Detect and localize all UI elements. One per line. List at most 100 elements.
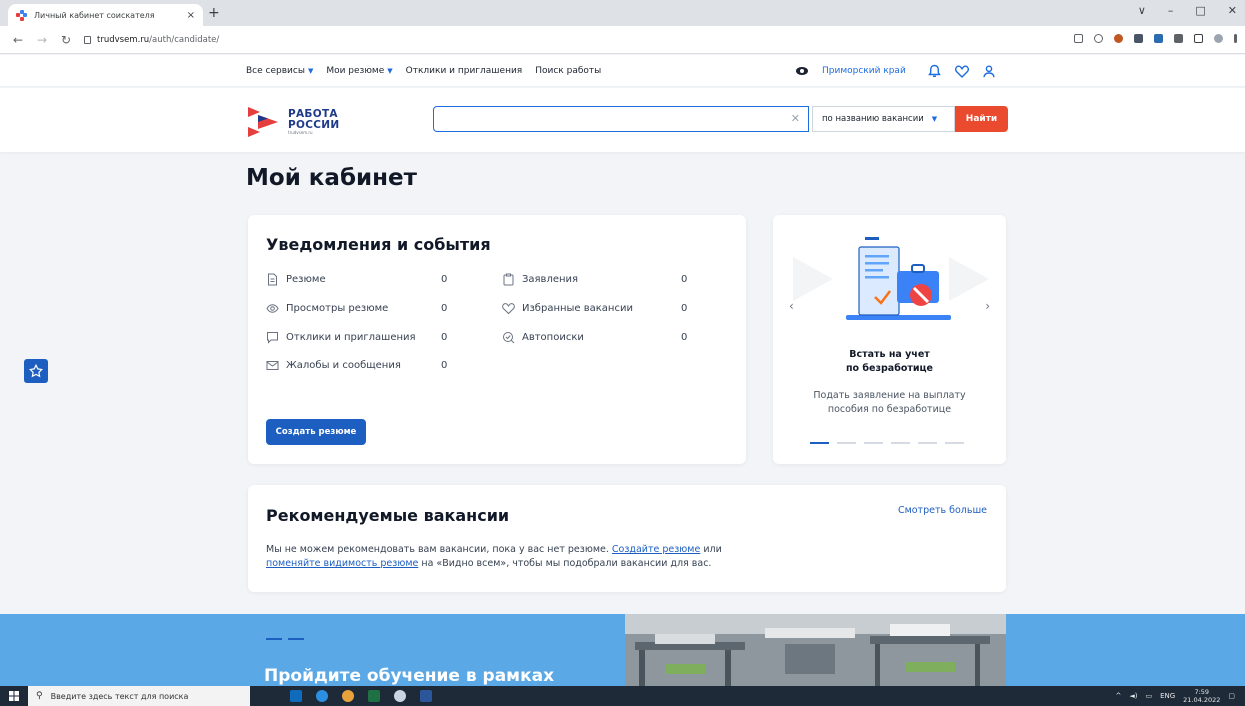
extension-icon[interactable] [1114, 34, 1123, 43]
recommended-title: Рекомендуемые вакансии [266, 506, 510, 525]
notif-count: 0 [681, 332, 688, 343]
puzzle-icon[interactable] [1174, 34, 1183, 43]
notif-applications[interactable]: Заявления [502, 273, 578, 286]
clock[interactable]: 7:59 21.04.2022 [1183, 688, 1220, 704]
nav-my-resumes[interactable]: Мои резюме ▼ [326, 66, 392, 76]
close-window-button[interactable]: ✕ [1228, 4, 1237, 17]
notifications-title: Уведомления и события [266, 235, 491, 254]
extension-icon[interactable] [1154, 34, 1163, 43]
eye-icon [266, 304, 279, 313]
url-host: trudvsem.ru [97, 34, 150, 45]
logo-line1: РАБОТА [288, 108, 338, 120]
clear-search-icon[interactable]: ✕ [791, 112, 800, 125]
windows-logo-icon [9, 691, 19, 701]
reload-icon[interactable]: ↻ [60, 33, 72, 47]
create-resume-link[interactable]: Создайте резюме [612, 544, 700, 555]
carousel-dot[interactable] [864, 442, 883, 444]
taskbar-search-placeholder: Введите здесь текст для поиска [50, 691, 189, 701]
promo-title-line: Встать на учет [849, 349, 930, 360]
notif-label: Отклики и приглашения [286, 332, 416, 343]
carousel-dot[interactable] [837, 442, 856, 444]
search-input[interactable] [442, 107, 782, 132]
tray-chevron-icon[interactable]: ^ [1115, 692, 1121, 700]
notif-resumes[interactable]: Резюме [266, 273, 326, 286]
carousel-dots [810, 442, 964, 444]
forward-icon[interactable]: → [36, 33, 48, 47]
notif-favorite-vacancies[interactable]: Избранные вакансии [502, 302, 633, 315]
window-controls: ∨ – □ ✕ [1138, 4, 1237, 17]
nav-label: Все сервисы [246, 66, 305, 76]
floating-favorites-button[interactable] [24, 359, 48, 383]
extension-icon[interactable] [1134, 34, 1143, 43]
notif-responses[interactable]: Отклики и приглашения [266, 331, 416, 344]
minimize-button[interactable]: – [1168, 4, 1174, 17]
search-mode-select[interactable]: по названию вакансии ▼ [812, 106, 955, 132]
share-icon[interactable] [1074, 34, 1083, 43]
notifications-icon[interactable]: ▢ [1228, 692, 1235, 700]
logo-line2: РОССИИ [288, 118, 340, 131]
site-header: РАБОТА РОССИИ trudvsem.ru ✕ по названию … [0, 88, 1245, 152]
nav-all-services[interactable]: Все сервисы ▼ [246, 66, 313, 76]
star-icon [29, 364, 43, 378]
chrome-app-icon[interactable] [342, 690, 354, 702]
taskbar-apps [290, 690, 432, 702]
address-bar: ← → ↻ trudvsem.ru/auth/candidate/ [0, 26, 1245, 54]
sidepanel-icon[interactable] [1194, 34, 1203, 43]
heart-icon[interactable] [954, 65, 969, 78]
recommended-text: Мы не можем рекомендовать вам вакансии, … [266, 543, 806, 571]
word-app-icon[interactable] [420, 690, 432, 702]
tab-close-icon[interactable]: × [187, 10, 195, 21]
bookmark-star-icon[interactable] [1094, 34, 1103, 43]
excel-app-icon[interactable] [368, 690, 380, 702]
recommended-text-part: Мы не можем рекомендовать вам вакансии, … [266, 544, 609, 555]
change-visibility-link[interactable]: поменяйте видимость резюме [266, 558, 418, 569]
extensions-bar [1074, 34, 1237, 43]
notif-count: 0 [441, 332, 448, 343]
search-button[interactable]: Найти [955, 106, 1008, 132]
user-icon[interactable] [983, 65, 995, 78]
language-indicator[interactable]: ENG [1160, 692, 1175, 700]
app-icon[interactable] [394, 690, 406, 702]
nav-responses[interactable]: Отклики и приглашения [406, 66, 523, 76]
notif-autosearches[interactable]: Автопоиски [502, 331, 584, 344]
clipboard-icon [503, 273, 514, 286]
ie-app-icon[interactable] [316, 690, 328, 702]
carousel-dot[interactable] [891, 442, 910, 444]
browser-tab[interactable]: Личный кабинет соискателя × [8, 4, 203, 26]
nav-job-search[interactable]: Поиск работы [535, 66, 601, 76]
bell-icon[interactable] [927, 64, 941, 78]
url-field[interactable]: trudvsem.ru/auth/candidate/ [84, 35, 219, 45]
taskbar-search[interactable]: ⚲ Введите здесь текст для поиска [28, 686, 250, 706]
volume-icon[interactable]: ◄) [1129, 692, 1137, 700]
notif-resume-views[interactable]: Просмотры резюме [266, 302, 388, 315]
site-logo[interactable]: РАБОТА РОССИИ trudvsem.ru [246, 105, 339, 139]
notif-label: Заявления [522, 274, 579, 285]
windows-start-button[interactable] [0, 686, 28, 706]
back-icon[interactable]: ← [12, 33, 24, 47]
search-icon: ⚲ [36, 691, 43, 701]
browser-tab-bar: Личный кабинет соискателя × + ∨ – □ ✕ [0, 0, 1245, 26]
region-selector[interactable]: Приморский край [822, 66, 906, 76]
new-tab-button[interactable]: + [208, 4, 220, 22]
notif-complaints[interactable]: Жалобы и сообщения [266, 359, 401, 372]
create-resume-button[interactable]: Создать резюме [266, 419, 366, 445]
lock-icon [84, 35, 91, 44]
carousel-dot[interactable] [918, 442, 937, 444]
see-more-link[interactable]: Смотреть больше [898, 505, 987, 516]
heart-icon [502, 303, 515, 315]
network-icon[interactable]: ▭ [1145, 692, 1152, 700]
site-top-nav: Все сервисы ▼ Мои резюме ▼ Отклики и пригл… [0, 55, 1245, 87]
carousel-dot[interactable] [810, 442, 829, 444]
accessibility-eye-icon[interactable] [796, 67, 808, 75]
profile-icon[interactable] [1214, 34, 1223, 43]
carousel-prev-icon[interactable]: ‹ [789, 299, 794, 313]
carousel-dot[interactable] [945, 442, 964, 444]
menu-dots-icon[interactable] [1234, 34, 1237, 43]
system-tray: ^ ◄) ▭ ENG 7:59 21.04.2022 ▢ [1115, 686, 1235, 706]
training-banner: Пройдите обучение в рамках [0, 614, 1245, 686]
outlook-app-icon[interactable] [290, 690, 302, 702]
restore-button[interactable]: □ [1195, 4, 1205, 17]
tab-search-icon[interactable]: ∨ [1138, 4, 1146, 17]
carousel-next-icon[interactable]: › [985, 299, 990, 313]
notif-label: Автопоиски [522, 332, 584, 343]
